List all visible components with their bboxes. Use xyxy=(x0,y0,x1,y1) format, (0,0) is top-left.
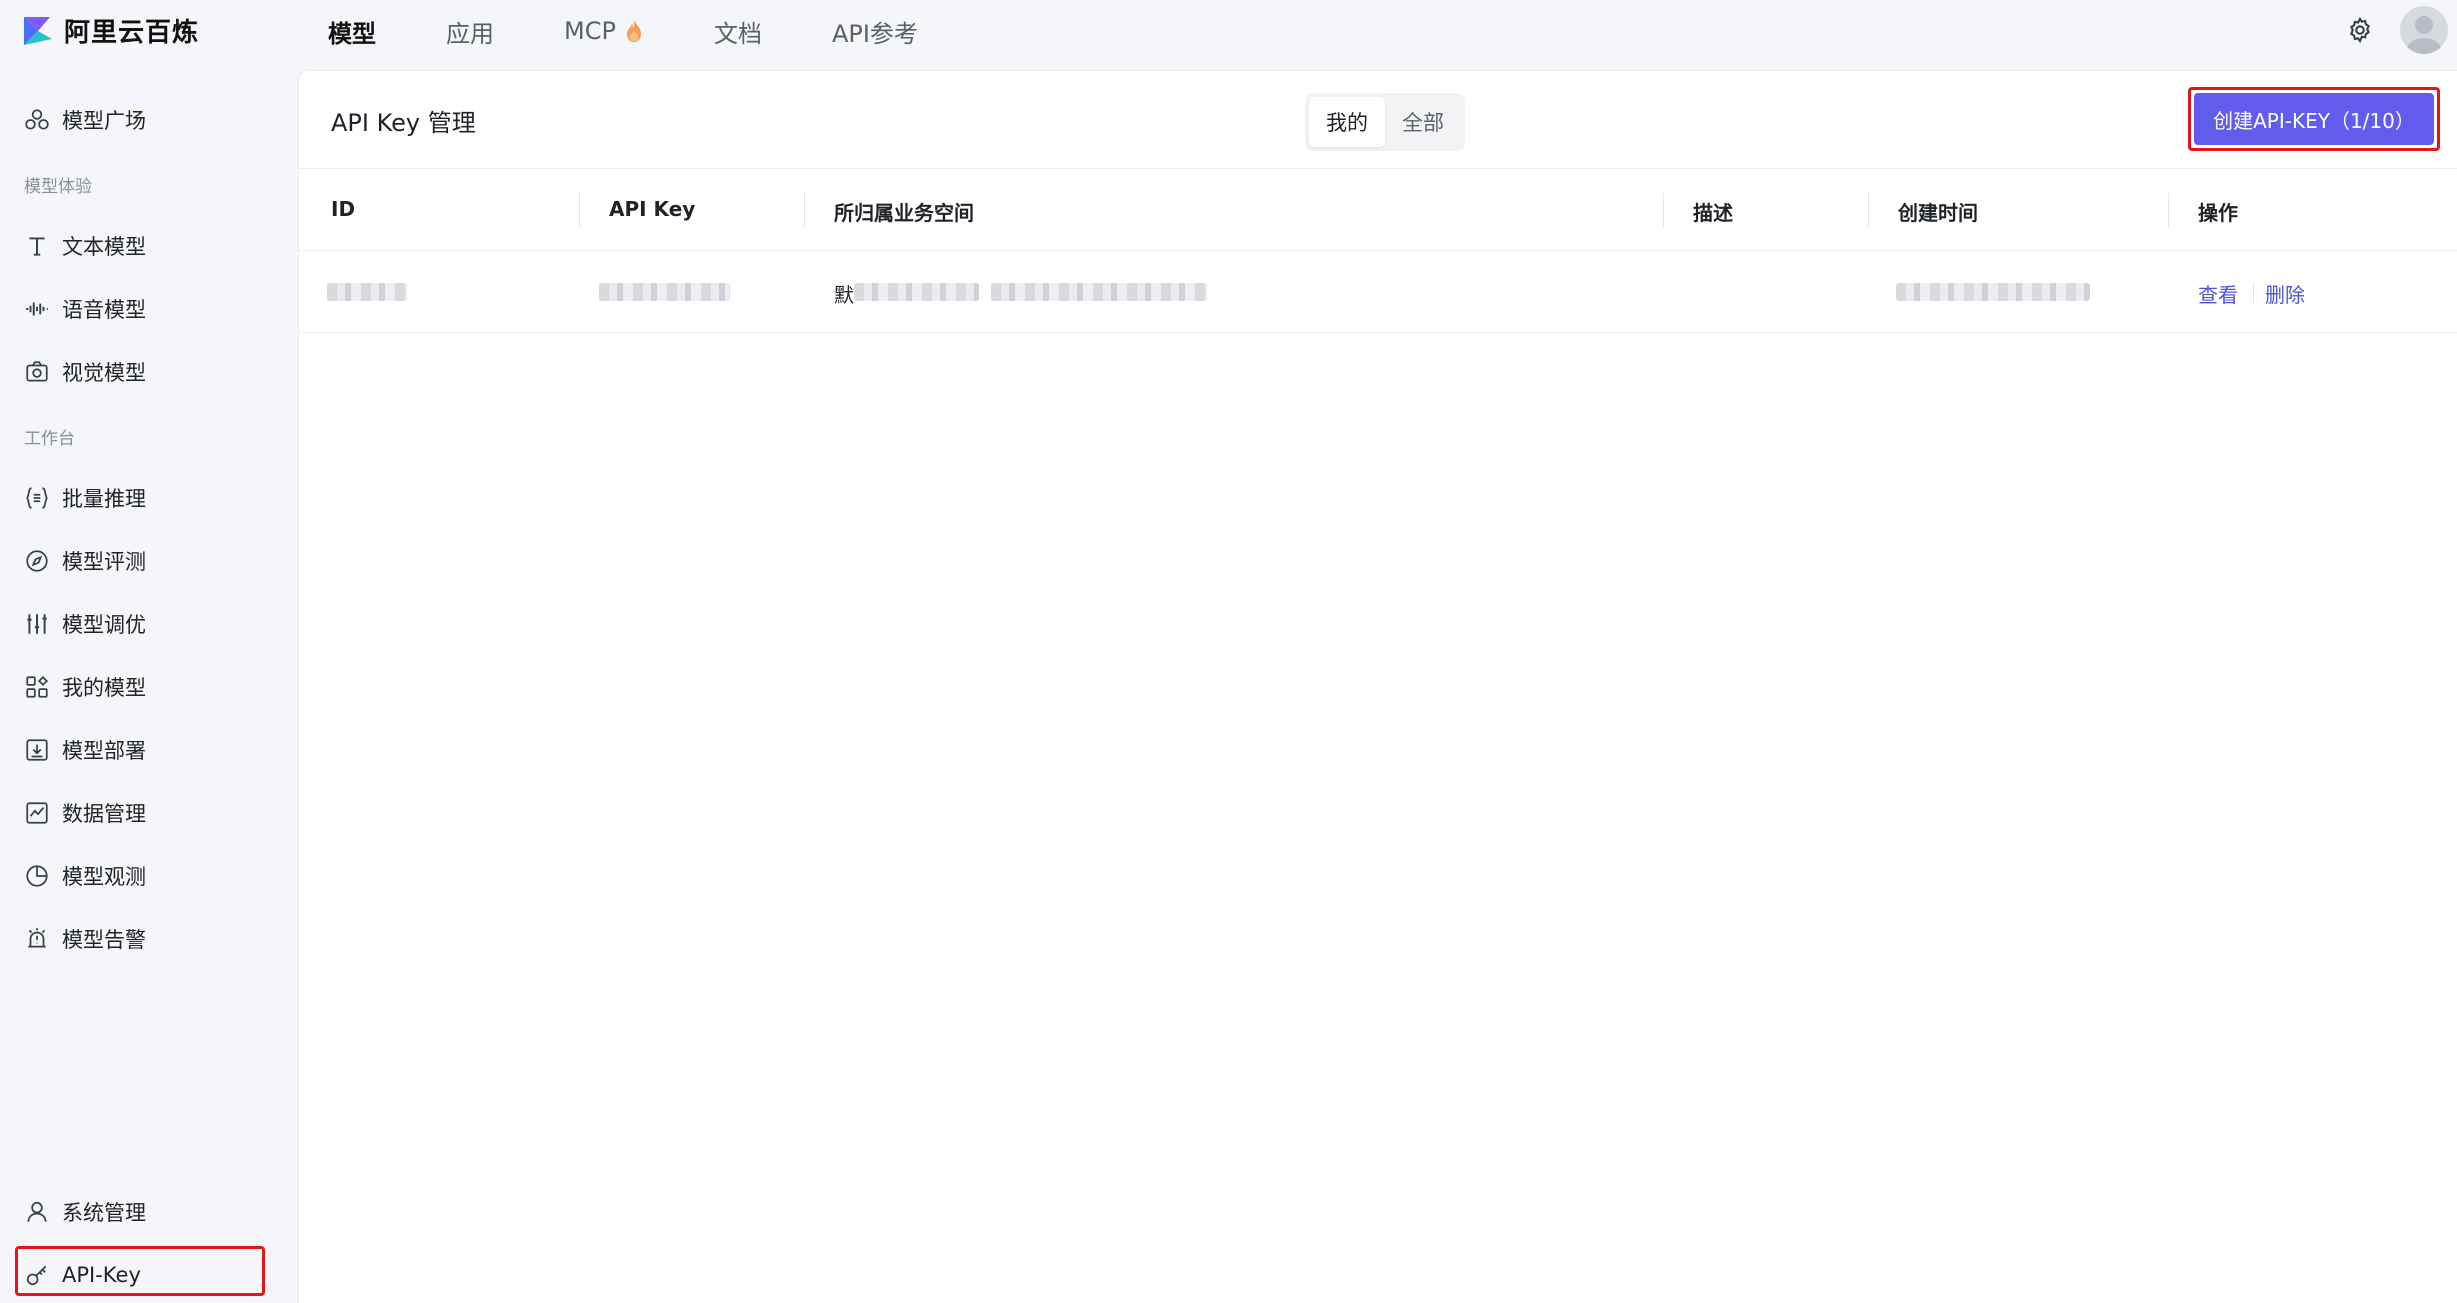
sidebar-item-label: 视觉模型 xyxy=(62,361,146,385)
nav-label: 模型 xyxy=(328,19,376,48)
user-avatar-icon xyxy=(2407,16,2441,54)
sidebar-item-model-tuning[interactable]: 模型调优 xyxy=(24,604,264,644)
logo[interactable]: 阿里云百炼 xyxy=(20,12,199,49)
sidebar-item-label: 模型告警 xyxy=(62,928,146,952)
nav-apps[interactable]: 应用 xyxy=(446,14,494,49)
delete-link[interactable]: 删除 xyxy=(2265,279,2305,308)
segment-all[interactable]: 全部 xyxy=(1385,97,1461,147)
sidebar-item-model-alarm[interactable]: 模型告警 xyxy=(24,919,264,959)
sidebar-item-label: 模型广场 xyxy=(62,109,146,133)
column-header-api-key: API Key xyxy=(609,197,696,221)
sidebar: 模型广场 模型体验 文本模型 语音模型 视觉模型 工作台 批量推理 模型评测 模… xyxy=(0,62,298,1303)
redacted-api-key xyxy=(599,283,731,301)
sidebar-item-model-deploy[interactable]: 模型部署 xyxy=(24,730,264,770)
model-square-icon xyxy=(25,109,49,130)
sidebar-item-my-models[interactable]: 我的模型 xyxy=(24,667,264,707)
column-divider xyxy=(804,193,805,227)
column-divider xyxy=(579,193,580,227)
workspace-prefix: 默 xyxy=(834,283,854,307)
main-panel: API Key 管理 我的 全部 创建API-KEY（1/10） ID API … xyxy=(298,70,2457,1303)
nav-label: API参考 xyxy=(831,19,918,48)
nav-docs[interactable]: 文档 xyxy=(714,14,762,49)
alarm-icon xyxy=(28,928,46,948)
sidebar-item-label: 模型评测 xyxy=(62,550,146,574)
sidebar-item-label: 系统管理 xyxy=(62,1201,146,1225)
batch-icon xyxy=(26,487,48,509)
table-row: 默 查看 删除 xyxy=(299,251,2457,333)
sidebar-item-voice-model[interactable]: 语音模型 xyxy=(24,289,264,329)
create-api-key-button[interactable]: 创建API-KEY（1/10） xyxy=(2194,93,2434,145)
chart-icon xyxy=(26,802,48,824)
waveform-icon xyxy=(26,302,48,316)
sidebar-item-model-square[interactable]: 模型广场 xyxy=(24,100,264,140)
sidebar-item-data-management[interactable]: 数据管理 xyxy=(24,793,264,833)
camera-icon xyxy=(26,361,48,382)
fire-icon xyxy=(626,20,641,42)
nav-models[interactable]: 模型 xyxy=(328,14,376,49)
segment-mine[interactable]: 我的 xyxy=(1309,97,1385,147)
redacted-workspace-id xyxy=(991,283,1207,301)
scope-segmented-control: 我的 全部 xyxy=(1305,93,1465,151)
sidebar-item-label: 数据管理 xyxy=(62,802,146,826)
column-header-id: ID xyxy=(331,197,356,221)
column-divider xyxy=(2168,193,2169,227)
sidebar-item-label: 文本模型 xyxy=(62,235,146,259)
sidebar-item-label: 模型调优 xyxy=(62,613,146,637)
nav-api-reference[interactable]: API参考 xyxy=(832,14,918,49)
sidebar-item-text-model[interactable]: 文本模型 xyxy=(24,226,264,266)
sidebar-item-label: 批量推理 xyxy=(62,487,146,511)
column-header-actions: 操作 xyxy=(2198,201,2238,225)
column-divider xyxy=(1868,193,1869,227)
sidebar-item-model-eval[interactable]: 模型评测 xyxy=(24,541,264,581)
sidebar-item-label: 模型部署 xyxy=(62,739,146,763)
redacted-created-time xyxy=(1896,283,2090,301)
main-header: API Key 管理 我的 全部 创建API-KEY（1/10） xyxy=(299,71,2457,169)
nav-mcp[interactable]: MCP xyxy=(564,17,644,45)
pie-icon xyxy=(26,865,48,887)
gear-icon[interactable] xyxy=(2346,16,2374,44)
page-title: API Key 管理 xyxy=(331,109,476,137)
sidebar-item-system-management[interactable]: 系统管理 xyxy=(24,1192,264,1232)
nav-label: 应用 xyxy=(446,19,494,48)
grid-icon xyxy=(26,676,48,698)
redacted-workspace-name xyxy=(854,283,979,301)
sidebar-item-label: 模型观测 xyxy=(62,865,146,889)
sidebar-group-workbench: 工作台 xyxy=(24,429,75,449)
api-key-highlight-box xyxy=(15,1246,265,1296)
logo-icon xyxy=(24,16,52,45)
column-divider xyxy=(1663,193,1664,227)
sidebar-item-batch-inference[interactable]: 批量推理 xyxy=(24,478,264,518)
deploy-icon xyxy=(26,739,48,761)
sidebar-item-vision-model[interactable]: 视觉模型 xyxy=(24,352,264,392)
column-header-created-time: 创建时间 xyxy=(1898,201,1978,225)
column-header-description: 描述 xyxy=(1693,201,1733,225)
compass-icon xyxy=(26,550,48,572)
user-icon xyxy=(27,1201,47,1222)
text-icon xyxy=(29,237,45,256)
sidebar-item-model-observe[interactable]: 模型观测 xyxy=(24,856,264,896)
action-divider xyxy=(2253,283,2254,303)
sliders-icon xyxy=(27,614,47,634)
top-bar: 阿里云百炼 模型 应用 MCP 文档 API参考 xyxy=(0,0,2457,62)
avatar[interactable] xyxy=(2400,6,2448,54)
nav-label: 文档 xyxy=(713,19,762,48)
create-button-highlight-box: 创建API-KEY（1/10） xyxy=(2188,87,2440,151)
redacted-id xyxy=(327,283,407,301)
sidebar-group-experience: 模型体验 xyxy=(24,177,92,197)
table-header: ID API Key 所归属业务空间 描述 创建时间 操作 xyxy=(299,169,2457,251)
app-name: 阿里云百炼 xyxy=(64,18,200,48)
column-header-workspace: 所归属业务空间 xyxy=(834,201,974,225)
main-nav: 模型 应用 MCP 文档 API参考 xyxy=(328,0,988,62)
sidebar-item-label: 我的模型 xyxy=(62,676,146,700)
sidebar-item-label: 语音模型 xyxy=(62,298,146,322)
nav-label: MCP xyxy=(564,17,616,45)
view-link[interactable]: 查看 xyxy=(2198,279,2238,308)
